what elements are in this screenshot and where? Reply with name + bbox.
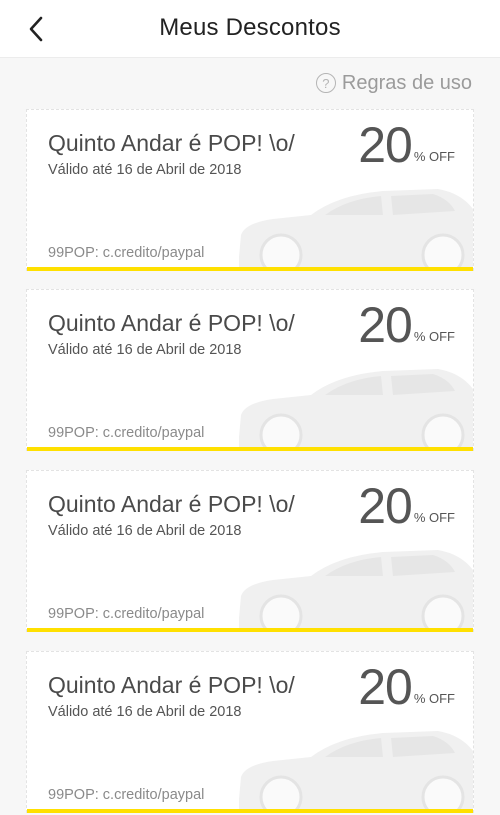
car-silhouette-icon: [239, 189, 473, 267]
usage-rules-label: Regras de uso: [341, 71, 472, 94]
coupon-card[interactable]: Quinto Andar é POP! \o/ Válido até 16 de…: [26, 109, 474, 271]
coupon-title: Quinto Andar é POP! \o/: [48, 672, 295, 698]
discount-badge: 20 % OFF: [358, 481, 455, 531]
car-silhouette-icon: [239, 550, 473, 628]
usage-rules-link[interactable]: ? Regras de uso: [315, 70, 472, 96]
discount-value: 20: [358, 297, 413, 353]
page-title: Meus Descontos: [159, 14, 341, 41]
coupon-title: Quinto Andar é POP! \o/: [48, 491, 295, 517]
coupon-code: 99POP: c.credito/paypal: [48, 606, 205, 622]
coupon-validity: Válido até 16 de Abril de 2018: [48, 523, 242, 539]
discount-badge: 20 % OFF: [358, 120, 455, 170]
coupon-validity: Válido até 16 de Abril de 2018: [48, 704, 242, 720]
coupon-card[interactable]: Quinto Andar é POP! \o/ Válido até 16 de…: [26, 289, 474, 451]
coupon-code: 99POP: c.credito/paypal: [48, 787, 205, 803]
coupon-code: 99POP: c.credito/paypal: [48, 425, 205, 441]
coupon-validity: Válido até 16 de Abril de 2018: [48, 342, 242, 358]
discount-badge: 20 % OFF: [358, 300, 455, 350]
discount-suffix: % OFF: [413, 510, 455, 525]
discount-suffix: % OFF: [413, 329, 455, 344]
discount-value: 20: [358, 659, 413, 715]
app-header: Meus Descontos: [0, 0, 500, 58]
coupon-card[interactable]: Quinto Andar é POP! \o/ Válido até 16 de…: [26, 651, 474, 813]
discount-suffix: % OFF: [413, 149, 455, 164]
coupon-code: 99POP: c.credito/paypal: [48, 245, 205, 261]
coupon-card[interactable]: Quinto Andar é POP! \o/ Válido até 16 de…: [26, 470, 474, 632]
car-silhouette-icon: [239, 369, 473, 447]
discount-badge: 20 % OFF: [358, 662, 455, 712]
discount-value: 20: [358, 117, 413, 173]
discount-value: 20: [358, 478, 413, 534]
coupon-title: Quinto Andar é POP! \o/: [48, 310, 295, 336]
car-silhouette-icon: [239, 731, 473, 809]
coupon-title: Quinto Andar é POP! \o/: [48, 130, 295, 156]
discount-suffix: % OFF: [413, 691, 455, 706]
question-icon: ?: [315, 73, 336, 93]
coupon-validity: Válido até 16 de Abril de 2018: [48, 162, 242, 178]
